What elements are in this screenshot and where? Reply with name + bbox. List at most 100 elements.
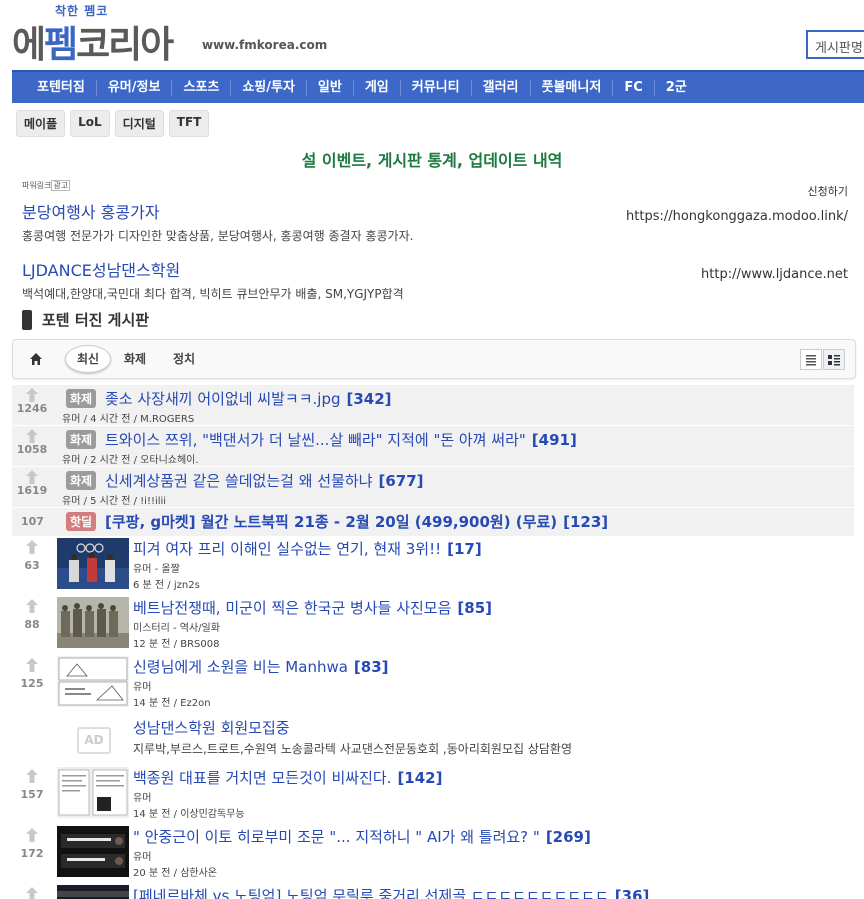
post-title-text[interactable]: 좆소 사장새끼 어이없네 씨발ㅋㅋ.jpg xyxy=(105,390,340,408)
vote-number: 157 xyxy=(20,788,44,801)
post-category[interactable]: 유머 - 올짤 xyxy=(133,560,180,575)
post-title-text[interactable]: [페네르바체 vs 노팅엄] 노팅엄 무릴루 중거리 선제골 ㄷㄷㄷㄷㄷㄷㄷㄷㄷ… xyxy=(133,887,609,899)
upvote-arrow-icon xyxy=(26,658,38,672)
post-row[interactable]: 125 신령님에게 소원을 비는 Manhwa [83] 유머 14 분 전 / … xyxy=(12,654,854,713)
upvote-arrow-icon xyxy=(26,429,38,443)
comment-count[interactable]: [269] xyxy=(546,828,591,846)
comment-count[interactable]: [85] xyxy=(457,599,492,617)
post-title[interactable]: 좆소 사장새끼 어이없네 씨발ㅋㅋ.jpg [342] xyxy=(105,388,392,409)
webzine-view-button[interactable] xyxy=(823,349,845,370)
post-row[interactable]: 157 백종원 대표를 거치면 모든것이 비싸진다. [142] 유머 14 분 … xyxy=(12,765,854,824)
post-row[interactable]: 88 베트남전쟁때, 미군이 찍은 한국군 병사들 사진모음 [85] 미스터리 … xyxy=(12,595,854,654)
tab-hot[interactable]: 화제 xyxy=(124,350,146,367)
hot-post-row[interactable]: 1619 화제 신세계상품권 같은 쓸데없는걸 왜 선물하냐 [677] 유머 /… xyxy=(12,467,854,508)
post-title[interactable]: " 안중근이 이토 히로부미 조문 "... 지적하니 " AI가 왜 틀려요?… xyxy=(133,826,591,847)
vote-number: 172 xyxy=(20,847,44,860)
board-title-text: 포텐 터진 게시판 xyxy=(42,311,150,329)
nav-item-general[interactable]: 일반 xyxy=(307,79,354,96)
thumbnail-image xyxy=(57,885,129,899)
post-row[interactable]: 172 " 안중근이 이토 히로부미 조문 "... 지적하니 " AI가 왜 … xyxy=(12,824,854,883)
comment-count[interactable]: [677] xyxy=(378,472,423,490)
subnav-item-tft[interactable]: TFT xyxy=(168,110,210,137)
post-title[interactable]: 트와이스 쯔위, "백댄서가 더 날씬...살 빼라" 지적에 "돈 아껴 써라… xyxy=(105,429,577,450)
post-thumbnail[interactable] xyxy=(57,656,129,707)
post-title[interactable]: [쿠팡, g마켓] 월간 노트북픽 21종 - 2월 20일 (499,900원… xyxy=(105,511,608,532)
post-title-text[interactable]: 신령님에게 소원을 비는 Manhwa xyxy=(133,658,348,676)
vote-number: 1246 xyxy=(16,402,48,415)
nav-item-2gun[interactable]: 2군 xyxy=(655,80,698,96)
post-row[interactable]: 63 피겨 여자 프리 이해인 실수없는 연기, 현재 3위!! [17] 유머 … xyxy=(12,536,854,595)
post-title[interactable]: 신세계상품권 같은 쓸데없는걸 왜 선물하냐 [677] xyxy=(105,470,424,491)
post-thumbnail[interactable] xyxy=(57,538,129,589)
post-title-text[interactable]: 백종원 대표를 거치면 모든것이 비싸진다. xyxy=(133,769,391,787)
ad-url[interactable]: https://hongkonggaza.modoo.link/ xyxy=(626,209,848,224)
header: 착한 펨코 에펨코리아 www.fmkorea.com 게시판명 xyxy=(0,0,864,68)
ad-thumbnail-icon[interactable]: AD xyxy=(77,727,111,754)
post-thumbnail[interactable] xyxy=(57,597,129,648)
post-title-text[interactable]: 신세계상품권 같은 쓸데없는걸 왜 선물하냐 xyxy=(105,472,372,490)
post-title-text[interactable]: 피겨 여자 프리 이해인 실수없는 연기, 현재 3위!! xyxy=(133,540,441,558)
post-meta: 유머 / 2 시간 전 / 오타니쇼헤이. xyxy=(62,455,199,466)
post-title[interactable]: 신령님에게 소원을 비는 Manhwa [83] xyxy=(133,656,389,677)
sub-nav: 메이플 LoL 디지털 TFT xyxy=(16,110,210,137)
vote-number: 88 xyxy=(24,618,40,631)
nav-item-gallery[interactable]: 갤러리 xyxy=(472,79,531,96)
post-meta: 20 분 전 / 삼한사온 xyxy=(133,868,218,879)
post-thumbnail[interactable] xyxy=(57,885,129,899)
post-category[interactable]: 유머 xyxy=(133,848,151,863)
post-thumbnail[interactable] xyxy=(57,767,129,818)
post-title-text[interactable]: 트와이스 쯔위, "백댄서가 더 날씬...살 빼라" 지적에 "돈 아껴 써라… xyxy=(105,431,526,449)
comment-count[interactable]: [342] xyxy=(346,390,391,408)
post-category[interactable]: 유머 xyxy=(133,789,151,804)
nav-item-football-manager[interactable]: 풋볼매니저 xyxy=(531,79,614,96)
nav-item-game[interactable]: 게임 xyxy=(354,79,401,96)
ad-post-title[interactable]: 성남댄스학원 회원모집중 xyxy=(133,717,290,738)
post-title[interactable]: 백종원 대표를 거치면 모든것이 비싸진다. [142] xyxy=(133,767,442,788)
post-title[interactable]: [페네르바체 vs 노팅엄] 노팅엄 무릴루 중거리 선제골 ㄷㄷㄷㄷㄷㄷㄷㄷㄷ… xyxy=(133,885,649,899)
post-category[interactable]: 미스터리 - 역사/일화 xyxy=(133,619,220,634)
post-title-text[interactable]: 베트남전쟁때, 미군이 찍은 한국군 병사들 사진모음 xyxy=(133,599,451,617)
hotdeal-post-row[interactable]: 107 핫딜 [쿠팡, g마켓] 월간 노트북픽 21종 - 2월 20일 (4… xyxy=(12,508,854,536)
notice-link[interactable]: 설 이벤트, 게시판 통계, 업데이트 내역 xyxy=(0,147,864,171)
hot-post-row[interactable]: 1246 화제 좆소 사장새끼 어이없네 씨발ㅋㅋ.jpg [342] 유머 / … xyxy=(12,385,854,426)
hot-post-row[interactable]: 1058 화제 트와이스 쯔위, "백댄서가 더 날씬...살 빼라" 지적에 … xyxy=(12,426,854,467)
nav-item-poten[interactable]: 포텐터짐 xyxy=(26,79,97,96)
tab-latest[interactable]: 최신 xyxy=(65,345,111,373)
list-view-icon xyxy=(806,355,816,366)
comment-count[interactable]: [36] xyxy=(615,887,650,899)
subnav-item-maple[interactable]: 메이플 xyxy=(16,110,66,137)
post-title-text[interactable]: [쿠팡, g마켓] 월간 노트북픽 21종 - 2월 20일 (499,900원… xyxy=(105,513,557,531)
ad-item[interactable]: 분당여행사 홍콩가자 홍콩여행 전문가가 디자인한 맞춤상품, 분당여행사, 홍… xyxy=(22,199,848,249)
nav-item-fc[interactable]: FC xyxy=(613,79,655,96)
nav-item-humor[interactable]: 유머/정보 xyxy=(97,79,173,96)
post-title[interactable]: 베트남전쟁때, 미군이 찍은 한국군 병사들 사진모음 [85] xyxy=(133,597,492,618)
vote-count: 88 xyxy=(12,599,52,631)
home-icon[interactable] xyxy=(29,352,43,366)
hotdeal-badge: 핫딜 xyxy=(66,512,97,531)
post-row[interactable]: [페네르바체 vs 노팅엄] 노팅엄 무릴루 중거리 선제골 ㄷㄷㄷㄷㄷㄷㄷㄷㄷ… xyxy=(12,883,854,899)
comment-count[interactable]: [491] xyxy=(532,431,577,449)
subnav-item-lol[interactable]: LoL xyxy=(70,110,110,137)
comment-count[interactable]: [83] xyxy=(354,658,389,676)
post-title[interactable]: 피겨 여자 프리 이해인 실수없는 연기, 현재 3위!! [17] xyxy=(133,538,482,559)
comment-count[interactable]: [142] xyxy=(397,769,442,787)
ad-post-row[interactable]: AD 성남댄스학원 회원모집중 지루박,부르스,트로트,수원역 노송콜라텍 사교… xyxy=(12,713,854,765)
comment-count[interactable]: [17] xyxy=(447,540,482,558)
board-search-input[interactable]: 게시판명 xyxy=(806,30,864,59)
post-title-text[interactable]: " 안중근이 이토 히로부미 조문 "... 지적하니 " AI가 왜 틀려요?… xyxy=(133,828,540,846)
tab-politics[interactable]: 정치 xyxy=(173,350,195,367)
post-thumbnail[interactable] xyxy=(57,826,129,877)
ad-url[interactable]: http://www.ljdance.net xyxy=(701,267,848,282)
vote-count: 1058 xyxy=(12,429,52,456)
nav-item-shopping[interactable]: 쇼핑/투자 xyxy=(231,79,307,96)
ad-item[interactable]: LJDANCE성남댄스학원 백석예대,한양대,국민대 최다 합격, 빅히트 큐브… xyxy=(22,257,848,307)
subnav-item-digital[interactable]: 디지털 xyxy=(114,110,164,137)
nav-item-sports[interactable]: 스포츠 xyxy=(172,79,232,96)
list-view-button[interactable] xyxy=(800,349,822,370)
board-tabs: 최신 화제 정치 xyxy=(12,339,856,379)
comment-count[interactable]: [123] xyxy=(563,513,608,531)
nav-item-community[interactable]: 커뮤니티 xyxy=(401,79,472,96)
post-category[interactable]: 유머 xyxy=(133,678,151,693)
ad-apply-link[interactable]: 신청하기 xyxy=(808,183,848,199)
hot-badge: 화제 xyxy=(66,389,97,408)
